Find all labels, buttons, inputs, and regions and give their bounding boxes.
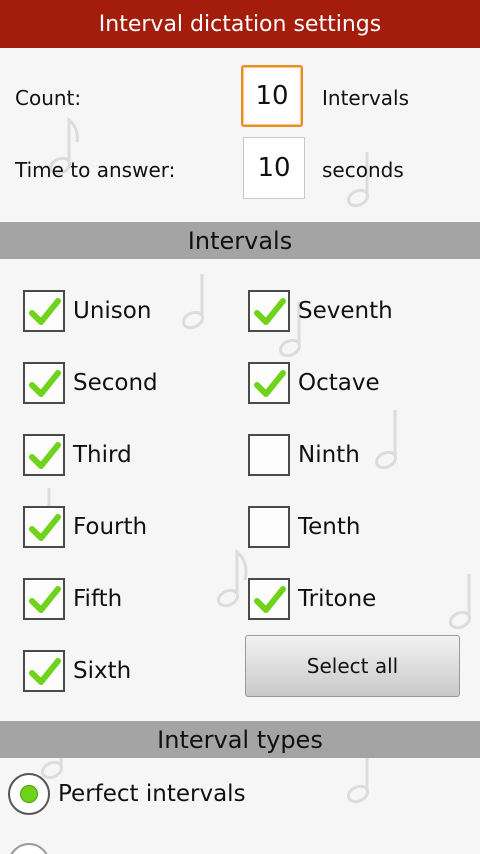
interval-fourth[interactable]: Fourth [23, 506, 147, 548]
time-label: Time to answer: [15, 158, 176, 182]
checkbox[interactable] [248, 506, 290, 548]
checkmark-icon [29, 586, 61, 613]
interval-label: Seventh [298, 298, 393, 324]
radio-label: Perfect intervals [58, 781, 246, 807]
interval-sixth[interactable]: Sixth [23, 650, 131, 692]
interval-tenth[interactable]: Tenth [248, 506, 360, 548]
interval-fifth[interactable]: Fifth [23, 578, 122, 620]
page-title: Interval dictation settings [98, 11, 382, 37]
interval-label: Fourth [73, 514, 148, 540]
checkbox[interactable] [248, 362, 290, 404]
checkbox[interactable] [248, 434, 290, 476]
interval-label: Ninth [298, 442, 360, 468]
title-bar: Interval dictation settings [0, 0, 480, 48]
interval-types-header-label: Interval types [157, 725, 323, 754]
radio-button[interactable] [8, 773, 50, 815]
count-label: Count: [15, 86, 82, 110]
checkbox[interactable] [23, 290, 65, 332]
intervals-header-label: Intervals [187, 226, 293, 255]
interval-types-header: Interval types [0, 721, 480, 758]
checkmark-icon [254, 370, 286, 397]
interval-label: Octave [298, 370, 380, 396]
select-all-button[interactable]: Select all [245, 635, 460, 697]
checkmark-icon [29, 298, 61, 325]
interval-label: Second [73, 370, 158, 396]
checkbox[interactable] [23, 362, 65, 404]
interval-label: Tenth [298, 514, 361, 540]
checkmark-icon [29, 658, 61, 685]
interval-octave[interactable]: Octave [248, 362, 380, 404]
interval-second[interactable]: Second [23, 362, 158, 404]
interval-seventh[interactable]: Seventh [248, 290, 393, 332]
time-input[interactable]: 10 [243, 137, 305, 199]
count-unit: Intervals [322, 86, 410, 110]
checkbox[interactable] [23, 506, 65, 548]
time-unit: seconds [322, 158, 404, 182]
perfect-intervals-option[interactable]: Perfect intervals [8, 773, 246, 815]
interval-label: Unison [73, 298, 152, 324]
checkmark-icon [29, 442, 61, 469]
interval-label: Sixth [73, 658, 132, 684]
interval-third[interactable]: Third [23, 434, 132, 476]
checkbox[interactable] [23, 650, 65, 692]
checkbox[interactable] [23, 434, 65, 476]
interval-unison[interactable]: Unison [23, 290, 151, 332]
checkbox[interactable] [248, 290, 290, 332]
interval-label: Fifth [73, 586, 123, 612]
checkmark-icon [254, 586, 286, 613]
checkmark-icon [254, 298, 286, 325]
checkmark-icon [29, 370, 61, 397]
interval-ninth[interactable]: Ninth [248, 434, 360, 476]
intervals-header: Intervals [0, 222, 480, 259]
radio-button-partial[interactable] [8, 843, 50, 854]
interval-label: Third [73, 442, 132, 468]
checkbox[interactable] [23, 578, 65, 620]
interval-label: Tritone [298, 586, 377, 612]
checkmark-icon [29, 514, 61, 541]
radio-selected-dot [20, 785, 38, 803]
count-input[interactable]: 10 [241, 65, 303, 127]
checkbox[interactable] [248, 578, 290, 620]
interval-tritone[interactable]: Tritone [248, 578, 376, 620]
